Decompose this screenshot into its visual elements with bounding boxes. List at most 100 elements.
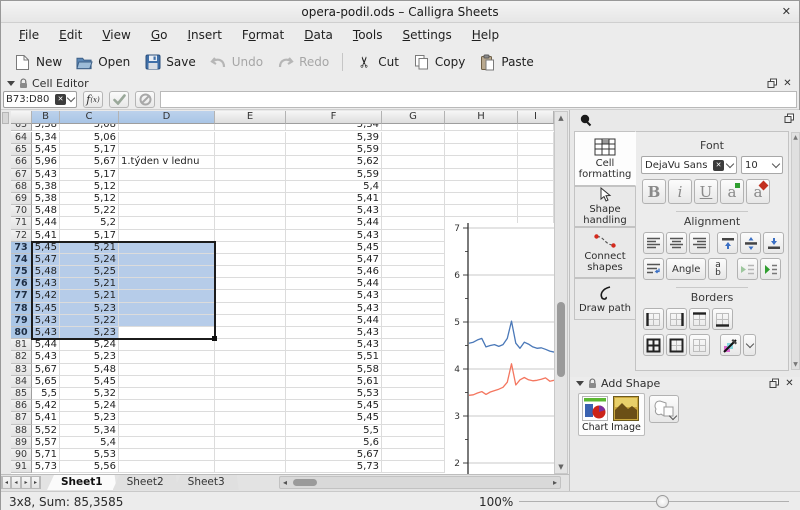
cell-E84[interactable] [215,376,286,388]
cell-G69[interactable] [382,193,445,205]
cell-D80[interactable] [119,327,215,339]
cell-G76[interactable] [382,278,445,290]
cell-D64[interactable] [119,132,215,144]
scroll-down-icon[interactable]: ▼ [555,463,567,471]
cell-E72[interactable] [215,230,286,242]
formula-wizard-button[interactable]: f(x) [83,91,103,108]
cell-E74[interactable] [215,254,286,266]
cell-F66[interactable]: 5,62 [286,156,382,168]
vertical-scroll-handle[interactable] [557,302,565,377]
cell-I66[interactable] [518,156,554,168]
cell-B79[interactable]: 5,43 [32,315,60,327]
italic-button[interactable]: i [668,179,692,204]
wrap-text-button[interactable] [643,258,664,280]
cell-G80[interactable] [382,327,445,339]
cell-G71[interactable] [382,217,445,229]
superscript-subscript-button[interactable]: ab [708,258,727,280]
cell-F90[interactable]: 5,67 [286,449,382,461]
tab-connect-shapes[interactable]: Connect shapes [574,227,636,278]
cell-E83[interactable] [215,364,286,376]
sheet-last-button[interactable]: ▸ [31,476,41,489]
cell-B80[interactable]: 5,43 [32,327,60,339]
cell-B90[interactable]: 5,71 [32,449,60,461]
cell-E89[interactable] [215,437,286,449]
cell-B75[interactable]: 5,48 [32,266,60,278]
cell-F76[interactable]: 5,44 [286,278,382,290]
cell-D91[interactable] [119,461,215,473]
cell-F82[interactable]: 5,51 [286,351,382,363]
cell-C78[interactable]: 5,23 [60,303,119,315]
cell-D76[interactable] [119,278,215,290]
cell-G77[interactable] [382,290,445,302]
cell-F69[interactable]: 5,41 [286,193,382,205]
cell-G72[interactable] [382,230,445,242]
row-header-74[interactable]: 74 [11,254,32,266]
cell-G86[interactable] [382,400,445,412]
row-header-86[interactable]: 86 [11,400,32,412]
border-left-button[interactable] [643,308,664,330]
add-image-button[interactable]: Image [611,396,641,433]
cell-C87[interactable]: 5,23 [60,412,119,424]
cell-C74[interactable]: 5,24 [60,254,119,266]
row-header-79[interactable]: 79 [11,315,32,327]
cell-G89[interactable] [382,437,445,449]
menu-settings[interactable]: Settings [394,25,459,45]
cell-C76[interactable]: 5,21 [60,278,119,290]
row-header-84[interactable]: 84 [11,376,32,388]
cell-D90[interactable] [119,449,215,461]
cell-G88[interactable] [382,425,445,437]
cell-F70[interactable]: 5,43 [286,205,382,217]
row-header-70[interactable]: 70 [11,205,32,217]
cell-F72[interactable]: 5,43 [286,230,382,242]
cell-D72[interactable] [119,230,215,242]
cell-H64[interactable] [445,132,518,144]
cell-C91[interactable]: 5,56 [60,461,119,473]
cell-H65[interactable] [445,144,518,156]
cell-D67[interactable] [119,169,215,181]
cell-E87[interactable] [215,412,286,424]
redo-button[interactable]: Redo [270,51,336,74]
cell-B88[interactable]: 5,52 [32,425,60,437]
row-header-66[interactable]: 66 [11,156,32,168]
zoom-slider[interactable] [519,501,789,502]
cell-B67[interactable]: 5,43 [32,169,60,181]
column-header-D[interactable]: D [119,111,215,124]
bold-button[interactable]: B [642,179,666,204]
cell-D88[interactable] [119,425,215,437]
row-header-77[interactable]: 77 [11,290,32,302]
cell-G83[interactable] [382,364,445,376]
cell-D79[interactable] [119,315,215,327]
cell-F79[interactable]: 5,44 [286,315,382,327]
cell-F80[interactable]: 5,43 [286,327,382,339]
row-header-85[interactable]: 85 [11,388,32,400]
border-right-button[interactable] [666,308,687,330]
border-top-button[interactable] [689,308,710,330]
row-header-63[interactable]: 63 [11,124,32,131]
cell-C64[interactable]: 5,06 [60,132,119,144]
cell-B87[interactable]: 5,41 [32,412,60,424]
row-header-87[interactable]: 87 [11,412,32,424]
sheet-first-button[interactable]: ◂ [1,476,11,489]
border-all-button[interactable] [643,334,664,356]
menu-insert[interactable]: Insert [179,25,229,45]
cell-B76[interactable]: 5,43 [32,278,60,290]
cell-D89[interactable] [119,437,215,449]
border-outline-button[interactable] [666,334,687,356]
cell-H69[interactable] [445,193,518,205]
cell-F67[interactable]: 5,59 [286,169,382,181]
cell-C65[interactable]: 5,17 [60,144,119,156]
align-bottom-button[interactable] [763,232,784,254]
cell-I65[interactable] [518,144,554,156]
cell-C66[interactable]: 5,67 [60,156,119,168]
cell-H66[interactable] [445,156,518,168]
cell-C82[interactable]: 5,23 [60,351,119,363]
decrease-indent-button[interactable] [737,258,758,280]
cell-D86[interactable] [119,400,215,412]
cell-C69[interactable]: 5,12 [60,193,119,205]
row-header-82[interactable]: 82 [11,351,32,363]
cell-E88[interactable] [215,425,286,437]
cell-C77[interactable]: 5,21 [60,290,119,302]
cell-C85[interactable]: 5,32 [60,388,119,400]
cell-C73[interactable]: 5,21 [60,242,119,254]
column-header-E[interactable]: E [215,111,286,124]
